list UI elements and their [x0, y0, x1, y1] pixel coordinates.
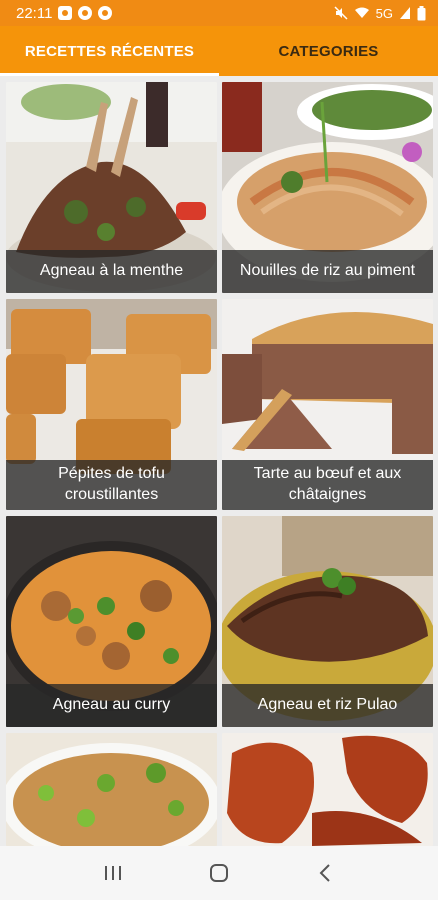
tab-categories[interactable]: CATEGORIES — [219, 26, 438, 76]
recipe-card-pepites-tofu[interactable]: Pépites de tofu croustillantes — [6, 299, 217, 510]
signal-icon — [400, 7, 410, 19]
recipe-title: Tarte au bœuf et aux châtaignes — [222, 460, 433, 510]
recipe-title: Nouilles de riz au piment — [222, 250, 433, 293]
battery-icon — [417, 5, 426, 20]
app-icon — [98, 6, 113, 20]
tab-recent-recipes[interactable]: RECETTES RÉCENTES — [0, 26, 219, 76]
wifi-icon — [354, 7, 369, 18]
recipe-title: Agneau et riz Pulao — [222, 684, 433, 727]
signal-text: 5G — [375, 5, 393, 21]
status-bar: 22:11 5G — [0, 0, 438, 26]
recipe-image — [222, 733, 433, 846]
recipe-title: Agneau au curry — [6, 684, 217, 727]
clock: 22:11 — [16, 4, 53, 22]
recipe-card-agneau-curry[interactable]: Agneau au curry — [6, 516, 217, 727]
tab-recent-recipes-label: RECETTES RÉCENTES — [24, 42, 195, 60]
recipe-title: Pépites de tofu croustillantes — [6, 460, 217, 510]
recipe-card-7[interactable] — [6, 733, 217, 846]
recipe-card-nouilles-piment[interactable]: Nouilles de riz au piment — [222, 82, 433, 293]
recipe-card-8[interactable] — [222, 733, 433, 846]
back-button[interactable] — [305, 853, 345, 893]
system-nav-bar — [0, 846, 438, 900]
recent-apps-button[interactable] — [93, 853, 133, 893]
home-icon — [210, 864, 228, 882]
back-icon — [319, 864, 330, 882]
recipe-card-agneau-pulao[interactable]: Agneau et riz Pulao — [222, 516, 433, 727]
recipe-card-tarte-boeuf[interactable]: Tarte au bœuf et aux châtaignes — [222, 299, 433, 510]
recipe-card-agneau-menthe[interactable]: Agneau à la menthe — [6, 82, 217, 293]
message-icon — [58, 6, 73, 20]
tab-bar: RECETTES RÉCENTES CATEGORIES — [0, 26, 438, 76]
recipe-image — [6, 733, 217, 846]
recent-apps-icon — [105, 866, 121, 880]
tab-categories-label: CATEGORIES — [278, 42, 379, 60]
mute-icon — [334, 6, 348, 20]
notification-icon — [78, 6, 93, 20]
home-button[interactable] — [199, 853, 239, 893]
recipe-title: Agneau à la menthe — [6, 250, 217, 293]
